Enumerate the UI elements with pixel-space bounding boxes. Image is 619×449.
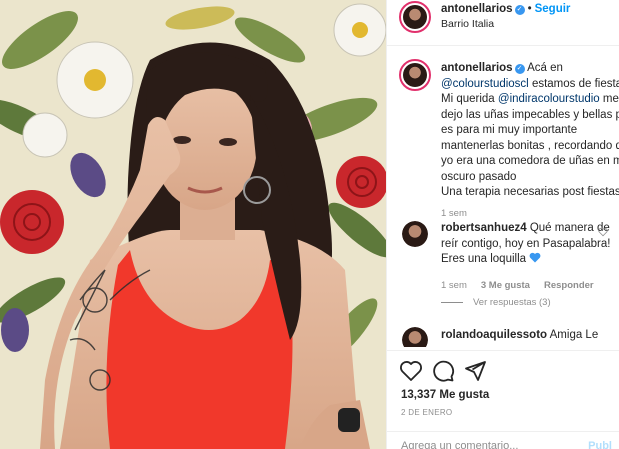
post-location[interactable]: Barrio Italia xyxy=(441,18,494,30)
caption-meta: 1 sem xyxy=(441,208,481,219)
view-replies[interactable]: Ver respuestas (3) xyxy=(441,297,551,308)
post-header: antonellarios ✓ • Seguir Barrio Italia xyxy=(387,0,619,46)
comment-line-2: reír contigo, hoy en Pasapalabra! xyxy=(441,237,611,250)
comment-meta: 1 sem 3 Me gusta Responder xyxy=(441,280,608,291)
mention-link[interactable]: @colourstudioscl xyxy=(441,78,529,90)
view-replies-label[interactable]: Ver respuestas (3) xyxy=(473,297,551,308)
caption-line-5: es para mi muy importante xyxy=(441,124,578,136)
like-comment-heart-icon[interactable] xyxy=(598,227,608,237)
caption-line-8: oscuro pasado xyxy=(441,170,517,183)
commenter-avatar[interactable] xyxy=(402,327,428,347)
mention-link[interactable]: @indiracolourstudio xyxy=(498,93,600,105)
follow-button[interactable]: Seguir xyxy=(535,3,571,15)
caption-text-segment: Acá en xyxy=(527,62,563,74)
likes-count[interactable]: 13,337 Me gusta xyxy=(401,389,489,401)
reply-button[interactable]: Responder xyxy=(544,280,594,291)
comment-text-segment: Eres una loquilla xyxy=(441,253,527,265)
author-username[interactable]: antonellarios xyxy=(441,3,513,15)
verified-badge-icon: ✓ xyxy=(514,64,525,74)
caption-text: antonellarios ✓ Acá en @colourstudioscl e… xyxy=(441,61,619,201)
comment-line-1: rolandoaquilessoto Amiga Le xyxy=(441,328,619,344)
caption-text-segment: Mi querida xyxy=(441,93,498,105)
comment-line-1: robertsanhuez4 Qué manera de xyxy=(441,221,619,237)
comment-text: rolandoaquilessoto Amiga Le xyxy=(441,328,619,344)
add-comment-input[interactable] xyxy=(401,440,561,449)
comment-text-segment: Amiga Le xyxy=(549,329,599,341)
caption-line-1: antonellarios ✓ Acá en xyxy=(441,61,619,77)
comment-text: robertsanhuez4 Qué manera de reír contig… xyxy=(441,221,619,268)
comment-icon[interactable] xyxy=(431,359,455,383)
post-date[interactable]: 2 DE ENERO xyxy=(401,408,452,417)
heart-icon[interactable] xyxy=(399,359,423,383)
post-side-panel: antonellarios ✓ • Seguir Barrio Italia anto… xyxy=(386,0,619,449)
comment-username[interactable]: robertsanhuez4 xyxy=(441,222,527,234)
comment-username[interactable]: rolandoaquilessoto xyxy=(441,329,547,341)
share-icon[interactable] xyxy=(463,359,487,383)
post-photo-image xyxy=(0,0,386,449)
caption-line-9: Una terapia necesarias post fiestas xyxy=(441,186,619,198)
caption-line-4: dejo las uñas impecables y bellas pu xyxy=(441,108,619,121)
separator-dot: • xyxy=(527,3,532,15)
caption-text-segment: estamos de fiesta xyxy=(528,77,619,90)
add-comment-bar: Publ xyxy=(387,431,619,449)
post-comment-button[interactable]: Publ xyxy=(588,440,612,449)
caption-username[interactable]: antonellarios xyxy=(441,62,513,74)
comment-likes[interactable]: 3 Me gusta xyxy=(481,280,530,291)
post-photo[interactable] xyxy=(0,0,386,449)
caption-line-3: Mi querida @indiracolourstudio me xyxy=(441,92,619,108)
blue-heart-emoji-icon xyxy=(529,252,541,263)
caption-text-segment: me xyxy=(599,93,619,105)
post-actions: 13,337 Me gusta 2 DE ENERO Publ xyxy=(387,350,619,449)
caption-time[interactable]: 1 sem xyxy=(441,208,467,219)
replies-line xyxy=(441,301,463,303)
caption-line-2: @colourstudioscl estamos de fiesta xyxy=(441,77,619,93)
caption-avatar[interactable] xyxy=(399,59,431,91)
caption-line-7: yo era una comedora de uñas en m xyxy=(441,155,619,167)
caption-line-6: mantenerlas bonitas , recordando q xyxy=(441,139,619,152)
comment-time[interactable]: 1 sem xyxy=(441,280,467,291)
author-avatar[interactable] xyxy=(399,1,431,33)
header-user-line: antonellarios ✓ • Seguir xyxy=(441,3,570,15)
comment-line-3: Eres una loquilla xyxy=(441,252,619,268)
verified-badge-icon: ✓ xyxy=(514,5,525,15)
commenter-avatar[interactable] xyxy=(402,221,428,247)
comments-list[interactable]: antonellarios ✓ Acá en @colourstudioscl e… xyxy=(387,47,619,347)
